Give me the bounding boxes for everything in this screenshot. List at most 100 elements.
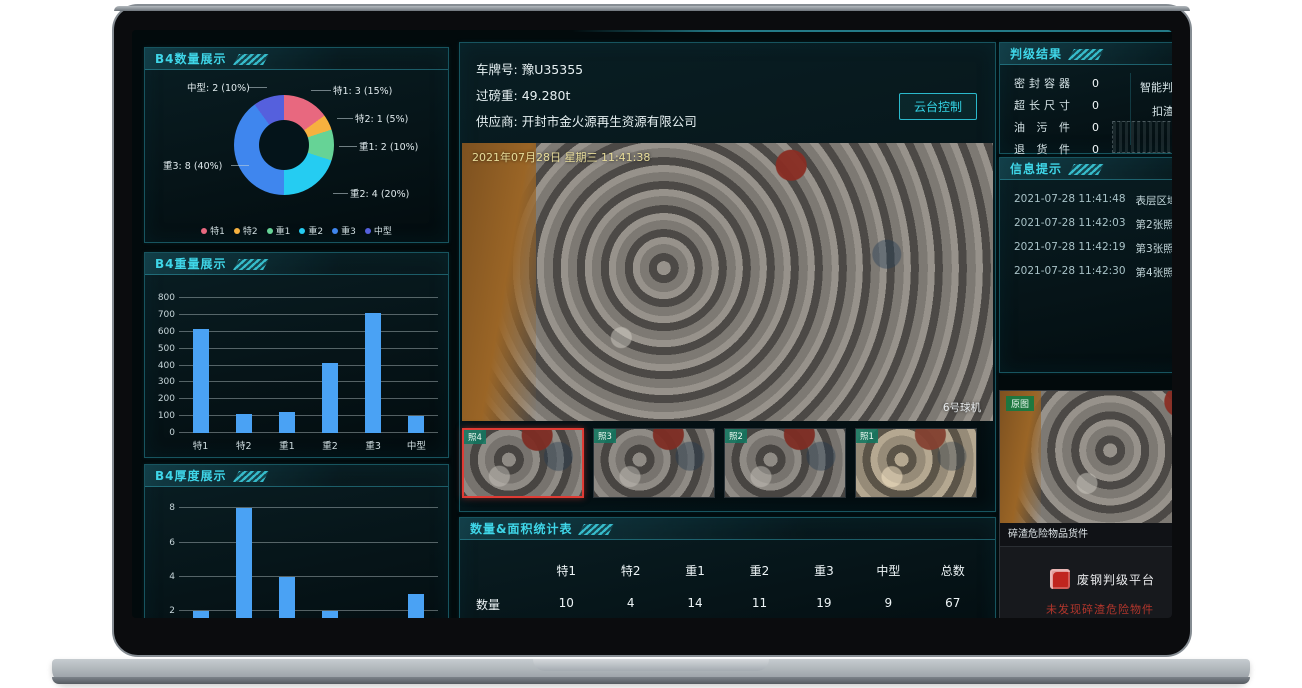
y-tick-label: 600 <box>149 327 175 337</box>
y-tick-label: 400 <box>149 361 175 371</box>
pie-label-te1: 特1: 3 (15%) <box>333 83 392 97</box>
weighbridge-value: 49.280t <box>522 88 571 103</box>
camera-id-label: 6号球机 <box>943 400 981 415</box>
debris-caption: 碎渣危险物品货件 <box>1000 523 1172 547</box>
live-camera-view: 2021年07月28日 星期三 11:41:38 6号球机 <box>462 143 993 421</box>
legend-dot-icon <box>299 228 305 234</box>
quantity-panel-title: B4数量展示 <box>145 48 448 70</box>
screen-top-glow <box>572 30 1172 32</box>
bar-item: 重1 <box>279 298 295 433</box>
camera-timestamp: 2021年07月28日 星期三 11:41:38 <box>472 149 650 165</box>
pie-label-zhongxing: 中型: 2 (10%) <box>187 80 250 94</box>
legend-item[interactable]: 中型 <box>365 224 392 237</box>
x-tick-label: 特1 <box>193 438 209 452</box>
messages-panel-title: 信息提示 <box>1000 158 1172 180</box>
dashboard-screen: B4数量展示 特1: 3 (15%) 特2: 1 (5%) 重1: 2 (10%… <box>132 30 1172 618</box>
bar-item <box>279 493 295 618</box>
thumbnail-badge: 照3 <box>594 429 616 443</box>
legend-item[interactable]: 重3 <box>332 224 356 237</box>
original-photo-panel: 原图 碎渣危险物品货件 废钢判级平台 未发现碎渣危险物件 <box>999 390 1172 618</box>
legend-dot-icon <box>332 228 338 234</box>
message-time: 2021-07-28 11:42:03 <box>1014 217 1126 232</box>
table-cell: 4 <box>598 596 662 613</box>
vehicle-media-panel: 车牌号: 豫U35355 过磅重: 49.280t 供应商: 开封市金火源再生资… <box>459 42 996 512</box>
pie-leader-line <box>333 193 348 194</box>
grading-row: 退货件0 <box>1014 141 1120 157</box>
y-tick-label: 4 <box>149 572 175 582</box>
bar-item: 特2 <box>236 298 252 433</box>
thumbnail-photo-2[interactable]: 照2 <box>724 428 846 498</box>
legend-item[interactable]: 重2 <box>299 224 323 237</box>
panel-tab-icon <box>233 471 269 482</box>
thumbnail-photo-4[interactable]: 照4 <box>462 428 584 498</box>
y-tick-label: 0 <box>149 428 175 438</box>
legend-item[interactable]: 重1 <box>267 224 291 237</box>
legend-label: 中型 <box>374 224 392 237</box>
ptz-control-button[interactable]: 云台控制 <box>899 93 977 120</box>
legend-label: 重2 <box>308 224 323 237</box>
table-cell: 14 <box>663 596 727 613</box>
legend-dot-icon <box>267 228 273 234</box>
bar-item: 重3 <box>365 298 381 433</box>
y-tick-label: 100 <box>149 411 175 421</box>
bar <box>279 412 295 433</box>
legend-item[interactable]: 特1 <box>201 224 225 237</box>
thumbnail-photo-1[interactable]: 照1 <box>855 428 977 498</box>
weight-chart: 0100200300400500600700800特1特2重1重2重3中型 <box>179 298 438 433</box>
panel-tab-icon <box>579 524 615 535</box>
bar-group: 特1特2重1重2重3中型 <box>179 298 438 433</box>
thickness-panel: B4厚度展示 2468 <box>144 464 449 618</box>
pie-leader-line <box>337 118 353 119</box>
message-time: 2021-07-28 11:42:30 <box>1014 265 1126 280</box>
weighbridge-label: 过磅重: <box>476 88 518 103</box>
plate-label: 车牌号: <box>476 62 518 77</box>
y-tick-label: 700 <box>149 310 175 320</box>
x-tick-label: 重2 <box>322 438 338 452</box>
messages-list[interactable]: 2021-07-28 11:41:48表层区域计算成2021-07-28 11:… <box>1000 184 1172 280</box>
pie-leader-line <box>311 90 331 91</box>
x-tick-label: 中型 <box>407 438 426 452</box>
x-tick-label: 重3 <box>365 438 381 452</box>
brand-row: 废钢判级平台 <box>1050 569 1155 589</box>
message-text: 第3张照片表层判 <box>1136 241 1172 256</box>
weight-panel-title-text: B4重量展示 <box>155 257 227 271</box>
thumbnail-photo-3[interactable]: 照3 <box>593 428 715 498</box>
bar <box>322 611 338 618</box>
quantity-panel: B4数量展示 特1: 3 (15%) 特2: 1 (5%) 重1: 2 (10%… <box>144 47 449 243</box>
table-header-cell <box>470 562 534 579</box>
thumbnail-badge: 照1 <box>856 429 878 443</box>
truck-bed-wall <box>462 143 536 421</box>
quantity-panel-title-text: B4数量展示 <box>155 52 227 66</box>
table-header-cell: 总数 <box>921 562 985 579</box>
bar <box>365 313 381 433</box>
legend-item[interactable]: 特2 <box>234 224 258 237</box>
grading-value: 0 <box>1092 99 1099 112</box>
grading-result-panel: 判级结果 密封容器0超长尺寸0油污件0退货件0 智能判级: 扣渣量: <box>999 42 1172 154</box>
pie-leader-line <box>231 165 249 166</box>
stats-table: 特1特2重1重2重3中型总数数量104141119967面积 <box>470 562 985 618</box>
grading-dashed-box <box>1112 121 1172 153</box>
x-tick-label: 重1 <box>279 438 295 452</box>
grading-value: 0 <box>1092 121 1099 134</box>
bar-item <box>236 493 252 618</box>
brand-text: 废钢判级平台 <box>1077 571 1155 588</box>
grading-label: 退货件 <box>1014 141 1070 157</box>
bar <box>408 416 424 433</box>
y-tick-label: 300 <box>149 377 175 387</box>
message-text: 表层区域计算成 <box>1136 193 1172 208</box>
stats-table-panel: 数量&面积统计表 特1特2重1重2重3中型总数数量104141119967面积 <box>459 517 996 618</box>
thickness-chart: 2468 <box>179 493 438 618</box>
bar <box>236 508 252 618</box>
grading-row: 密封容器0 <box>1014 75 1120 91</box>
legend-dot-icon <box>201 228 207 234</box>
table-header-cell: 重2 <box>727 562 791 579</box>
grading-panel-title-text: 判级结果 <box>1010 47 1062 61</box>
y-tick-label: 500 <box>149 344 175 354</box>
legend-dot-icon <box>234 228 240 234</box>
scrap-texture <box>462 143 993 421</box>
legend-dot-icon <box>365 228 371 234</box>
supplier-value: 开封市金火源再生资源有限公司 <box>522 114 697 129</box>
laptop-base-notch <box>533 659 769 671</box>
thumbnail-badge: 照4 <box>464 430 486 444</box>
pie-label-te2: 特2: 1 (5%) <box>355 111 408 125</box>
